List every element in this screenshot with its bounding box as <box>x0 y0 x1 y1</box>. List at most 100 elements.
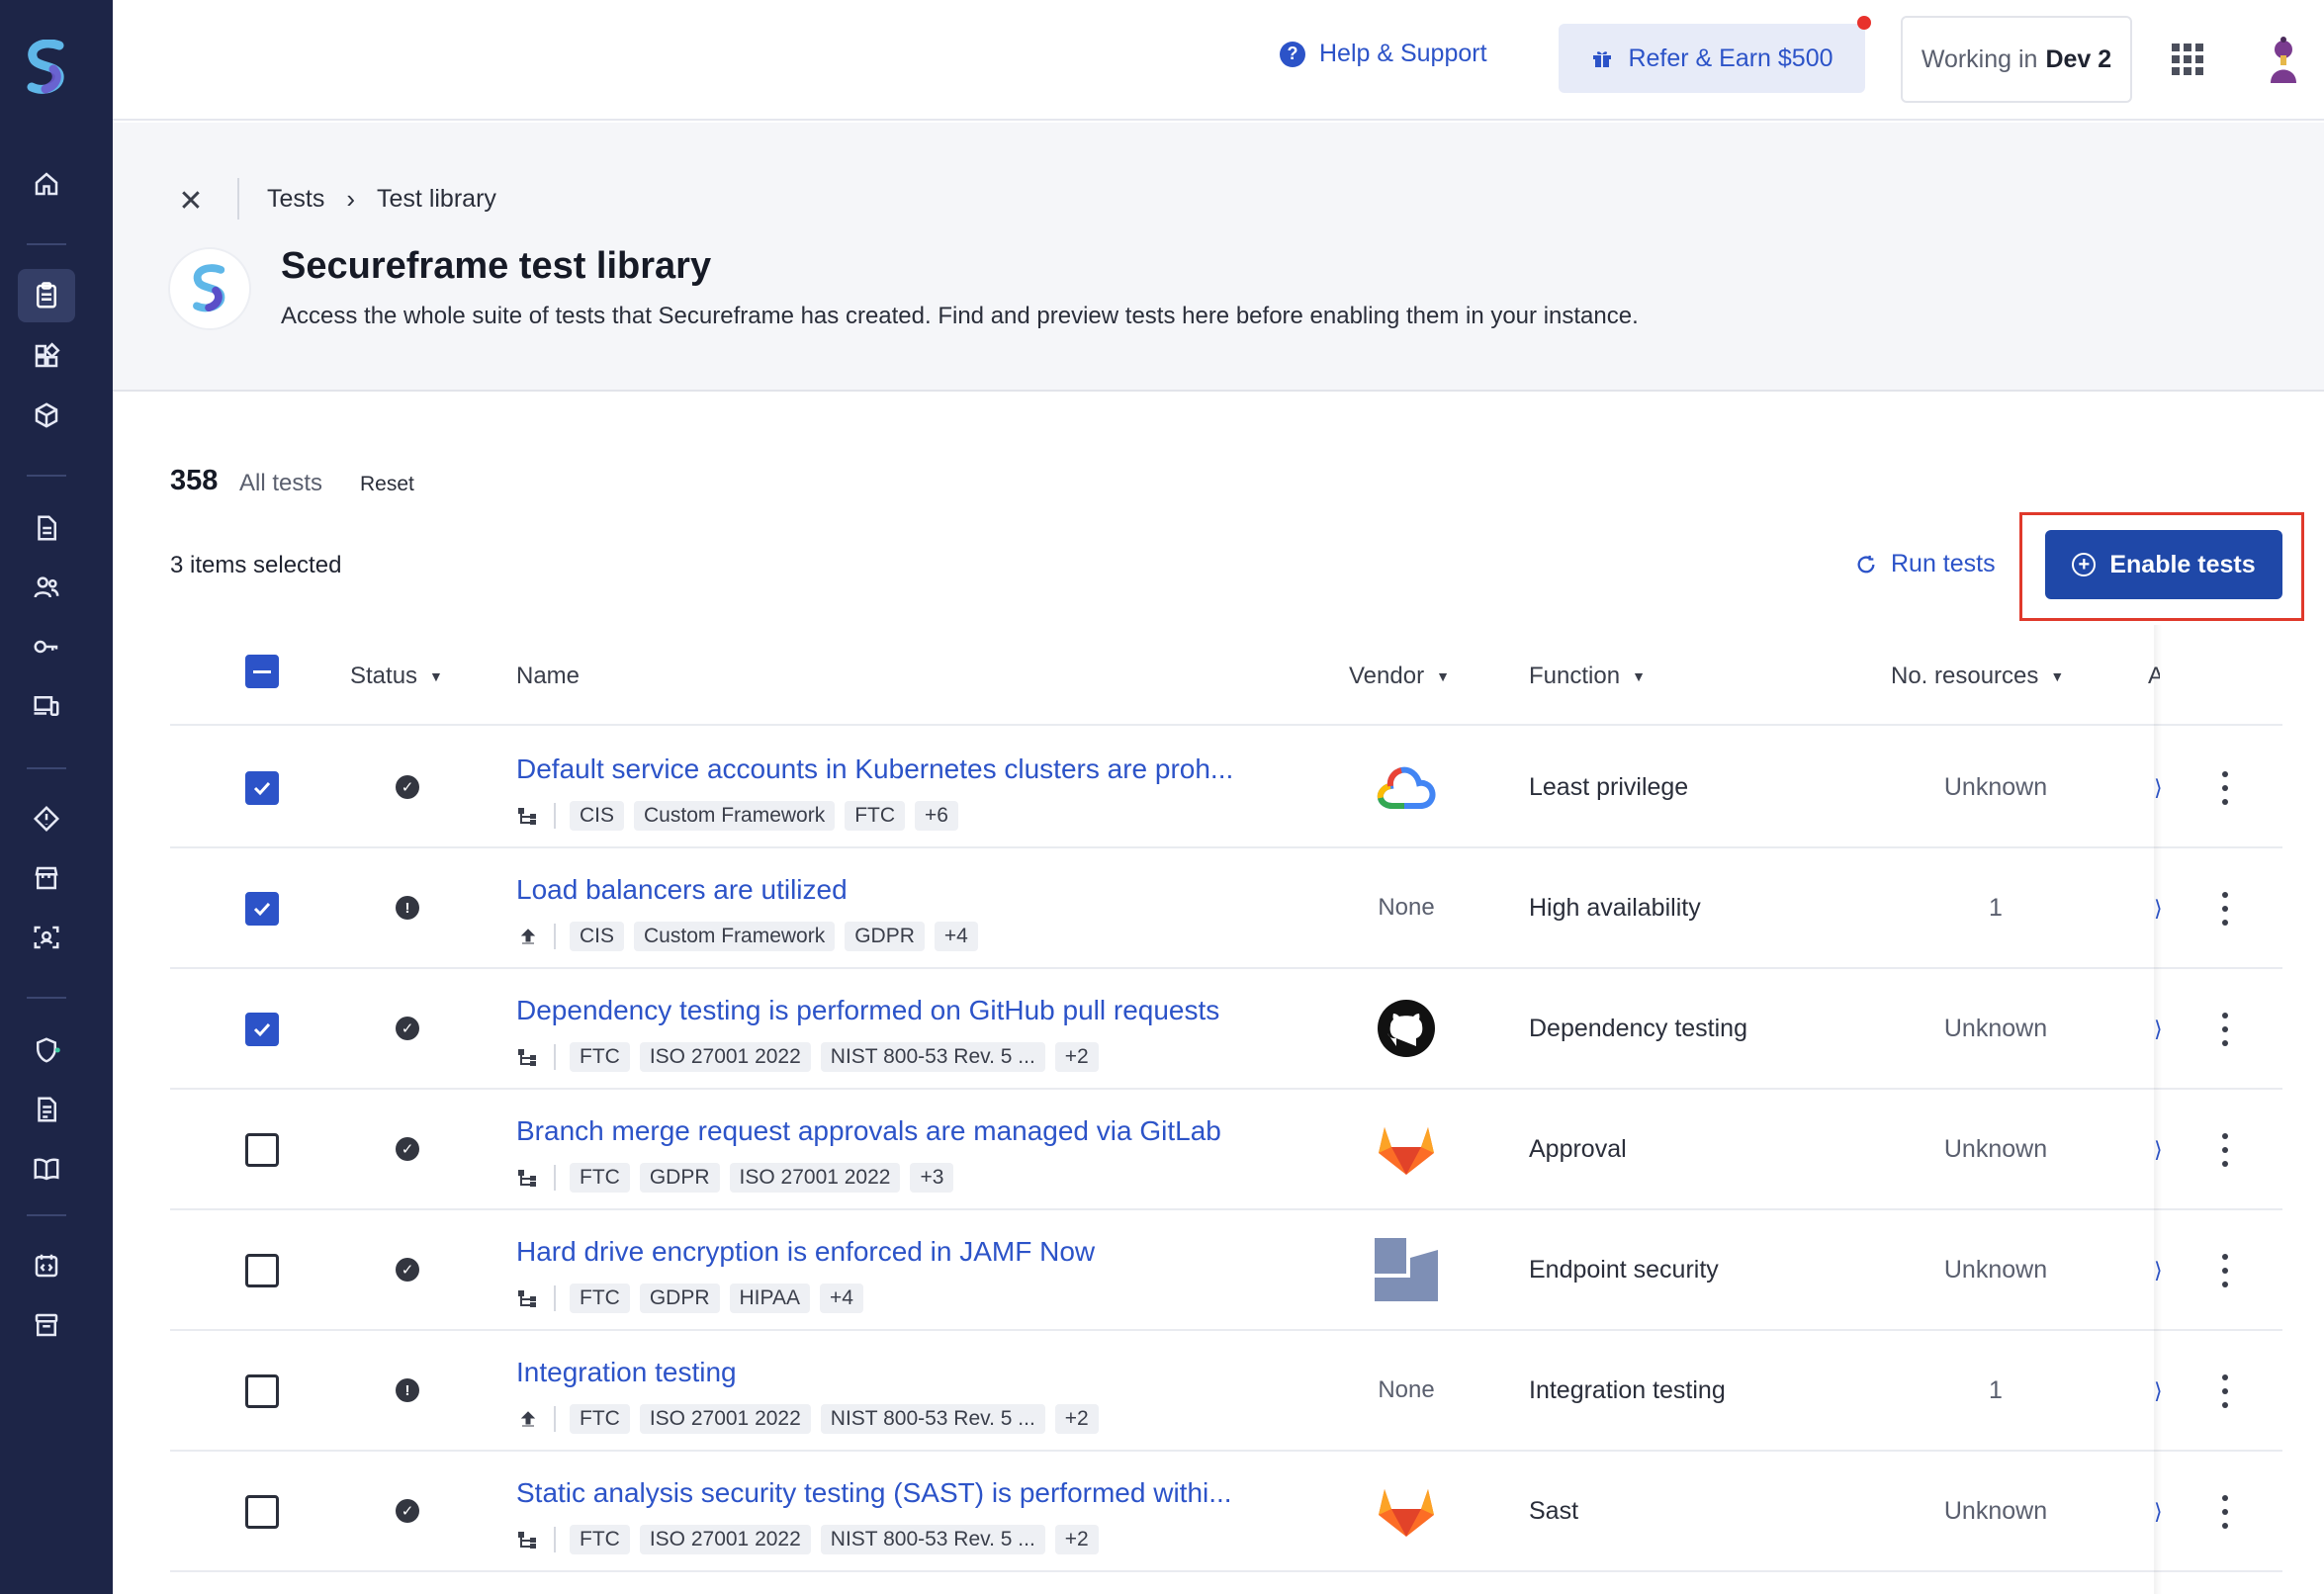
column-resources-label: No. resources <box>1891 663 2039 689</box>
enable-tests-button[interactable]: + Enable tests <box>2045 530 2282 599</box>
vendor-cell <box>1367 1119 1446 1179</box>
more-options-icon[interactable] <box>2215 1013 2235 1046</box>
more-options-icon[interactable] <box>2215 1254 2235 1287</box>
test-name-link[interactable]: Hard drive encryption is enforced in JAM… <box>516 1236 1095 1268</box>
framework-tag: GDPR <box>845 922 925 951</box>
secureframe-logo-icon[interactable] <box>24 40 69 95</box>
help-support-link[interactable]: ? Help & Support <box>1280 40 1487 68</box>
test-name-link[interactable]: Integration testing <box>516 1357 737 1388</box>
framework-tag: ISO 27001 2022 <box>639 1525 811 1554</box>
status-pass-icon: ✓ <box>396 775 419 799</box>
column-resources[interactable]: No. resources ▼ <box>1891 663 2064 690</box>
app-grid-icon[interactable] <box>2172 44 2203 75</box>
workspace-switcher[interactable]: Working in Dev 2 <box>1901 16 2132 103</box>
risk-diamond-icon[interactable] <box>27 799 66 839</box>
table-row[interactable]: ✓ Static analysis security testing (SAST)… <box>170 1452 2282 1572</box>
framework-tag: ISO 27001 2022 <box>639 1042 811 1072</box>
row-checkbox[interactable] <box>245 892 279 926</box>
more-options-icon[interactable] <box>2215 1374 2235 1408</box>
framework-tag: CIS <box>570 922 625 951</box>
status-pass-icon: ✓ <box>396 1258 419 1282</box>
row-checkbox[interactable] <box>245 1374 279 1408</box>
framework-tags: CIS Custom Framework FTC +6 <box>516 801 958 831</box>
row-checkbox[interactable] <box>245 1133 279 1167</box>
document-icon[interactable] <box>27 508 66 548</box>
test-count: 358 <box>170 465 219 496</box>
framework-tags: CIS Custom Framework GDPR +4 <box>516 922 978 951</box>
status-warning-icon: ! <box>396 1378 419 1402</box>
select-all-checkbox[interactable] <box>245 655 279 688</box>
framework-tag: NIST 800-53 Rev. 5 ... <box>820 1042 1045 1072</box>
framework-tag: GDPR <box>639 1284 720 1313</box>
github-icon <box>1378 1000 1435 1057</box>
close-icon[interactable]: ✕ <box>176 184 206 219</box>
page-header: ✕ Tests › Test library Secureframe test … <box>113 123 2324 392</box>
table-row[interactable]: ✓ Hard drive encryption is enforced in JA… <box>170 1210 2282 1331</box>
caret-down-icon: ▼ <box>1632 668 1646 684</box>
more-options-icon[interactable] <box>2215 1495 2235 1529</box>
gitlab-icon <box>1379 1489 1434 1537</box>
table-row[interactable]: ! Load balancers are utilized CIS Custom Fr… <box>170 848 2282 969</box>
framework-tag: GDPR <box>639 1163 720 1193</box>
caret-down-icon: ▼ <box>2050 668 2065 684</box>
cube-icon[interactable] <box>27 396 66 435</box>
chevron-right-icon: › <box>346 184 356 214</box>
key-icon[interactable] <box>27 627 66 666</box>
test-name-link[interactable]: Default service accounts in Kubernetes c… <box>516 753 1233 785</box>
caret-down-icon: ▼ <box>1436 668 1450 684</box>
dashboard-grid-icon[interactable] <box>27 336 66 376</box>
table-row[interactable]: ✓ Default service accounts in Kubernetes … <box>170 728 2282 848</box>
row-checkbox[interactable] <box>245 1013 279 1046</box>
vendor-cell <box>1367 999 1446 1058</box>
row-checkbox[interactable] <box>245 771 279 805</box>
framework-tag: FTC <box>570 1404 630 1434</box>
test-name-link[interactable]: Branch merge request approvals are manag… <box>516 1115 1221 1147</box>
run-tests-button[interactable]: Run tests <box>1855 550 1996 578</box>
home-icon[interactable] <box>27 164 66 204</box>
test-name-link[interactable]: Load balancers are utilized <box>516 874 848 906</box>
vendor-store-icon[interactable] <box>27 858 66 898</box>
avatar[interactable] <box>2257 34 2310 89</box>
run-tests-label: Run tests <box>1891 550 1996 577</box>
more-options-icon[interactable] <box>2215 771 2235 805</box>
test-name-link[interactable]: Dependency testing is performed on GitHu… <box>516 995 1219 1026</box>
column-function[interactable]: Function ▼ <box>1529 663 1646 690</box>
people-icon[interactable] <box>27 568 66 607</box>
status-pass-icon: ✓ <box>396 1499 419 1523</box>
devices-icon[interactable] <box>27 686 66 726</box>
code-calendar-icon[interactable] <box>27 1246 66 1285</box>
reset-button[interactable]: Reset <box>360 473 414 496</box>
status-pass-icon: ✓ <box>396 1137 419 1161</box>
scan-face-icon[interactable] <box>27 918 66 957</box>
test-name-link[interactable]: Static analysis security testing (SAST) … <box>516 1477 1232 1509</box>
tests-clipboard-icon[interactable] <box>18 269 75 322</box>
row-checkbox[interactable] <box>245 1254 279 1287</box>
sidebar <box>0 0 113 1594</box>
tag-divider <box>554 1527 556 1552</box>
vendor-cell <box>1367 757 1446 817</box>
policy-icon[interactable] <box>27 1090 66 1129</box>
framework-tag: FTC <box>570 1525 630 1554</box>
column-status[interactable]: Status ▼ <box>350 663 443 690</box>
resources-cell: 1 <box>1989 894 2003 922</box>
help-label: Help & Support <box>1319 40 1487 67</box>
more-options-icon[interactable] <box>2215 1133 2235 1167</box>
breadcrumb-tests[interactable]: Tests <box>267 185 324 214</box>
caret-down-icon: ▼ <box>429 668 443 684</box>
table-row[interactable]: ✓ Dependency testing is performed on GitH… <box>170 969 2282 1090</box>
table-row[interactable]: ! Integration testing FTC ISO 27001 2022 NIS… <box>170 1331 2282 1452</box>
tag-divider <box>554 803 556 829</box>
trust-shield-icon[interactable] <box>27 1030 66 1070</box>
function-cell: High availability <box>1529 894 1701 922</box>
framework-tag: CIS <box>570 801 625 831</box>
gift-icon <box>1593 51 1612 67</box>
column-vendor[interactable]: Vendor ▼ <box>1349 663 1450 690</box>
refer-earn-button[interactable]: Refer & Earn $500 <box>1559 16 1871 93</box>
table-row[interactable]: ✓ Branch merge request approvals are mana… <box>170 1090 2282 1210</box>
row-checkbox[interactable] <box>245 1495 279 1529</box>
archive-icon[interactable] <box>27 1305 66 1345</box>
more-options-icon[interactable] <box>2215 892 2235 926</box>
book-icon[interactable] <box>27 1149 66 1189</box>
refresh-icon <box>1857 555 1875 573</box>
refer-label: Refer & Earn $500 <box>1628 44 1833 72</box>
